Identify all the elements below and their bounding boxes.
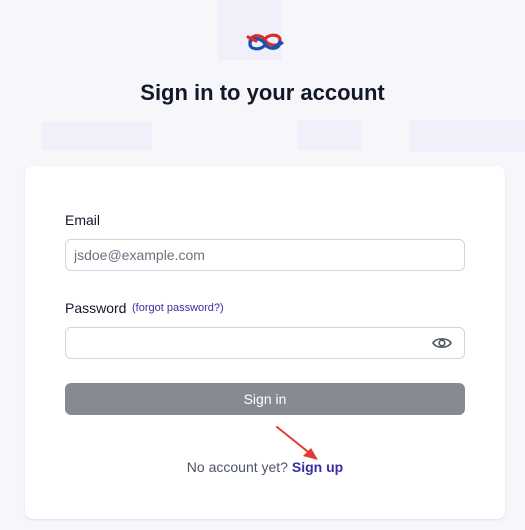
email-field[interactable] — [65, 239, 465, 271]
annotation-arrow-icon — [276, 426, 318, 460]
password-label: Password — [65, 300, 127, 316]
password-field[interactable] — [65, 327, 465, 359]
page-title: Sign in to your account — [140, 80, 385, 105]
signin-card: Email Password (forgot password?) Sign i… — [25, 166, 505, 519]
signup-row: No account yet? Sign up — [25, 459, 505, 475]
background-shape — [297, 120, 361, 150]
background-shape — [42, 122, 152, 150]
app-logo — [246, 28, 284, 56]
eye-icon — [432, 338, 452, 348]
background-shape — [410, 120, 525, 152]
knot-logo-icon — [246, 33, 284, 51]
sign-in-button[interactable]: Sign in — [65, 383, 465, 415]
email-label: Email — [65, 212, 101, 228]
forgot-password-link[interactable]: (forgot password?) — [132, 302, 224, 314]
show-password-button[interactable] — [431, 333, 453, 353]
